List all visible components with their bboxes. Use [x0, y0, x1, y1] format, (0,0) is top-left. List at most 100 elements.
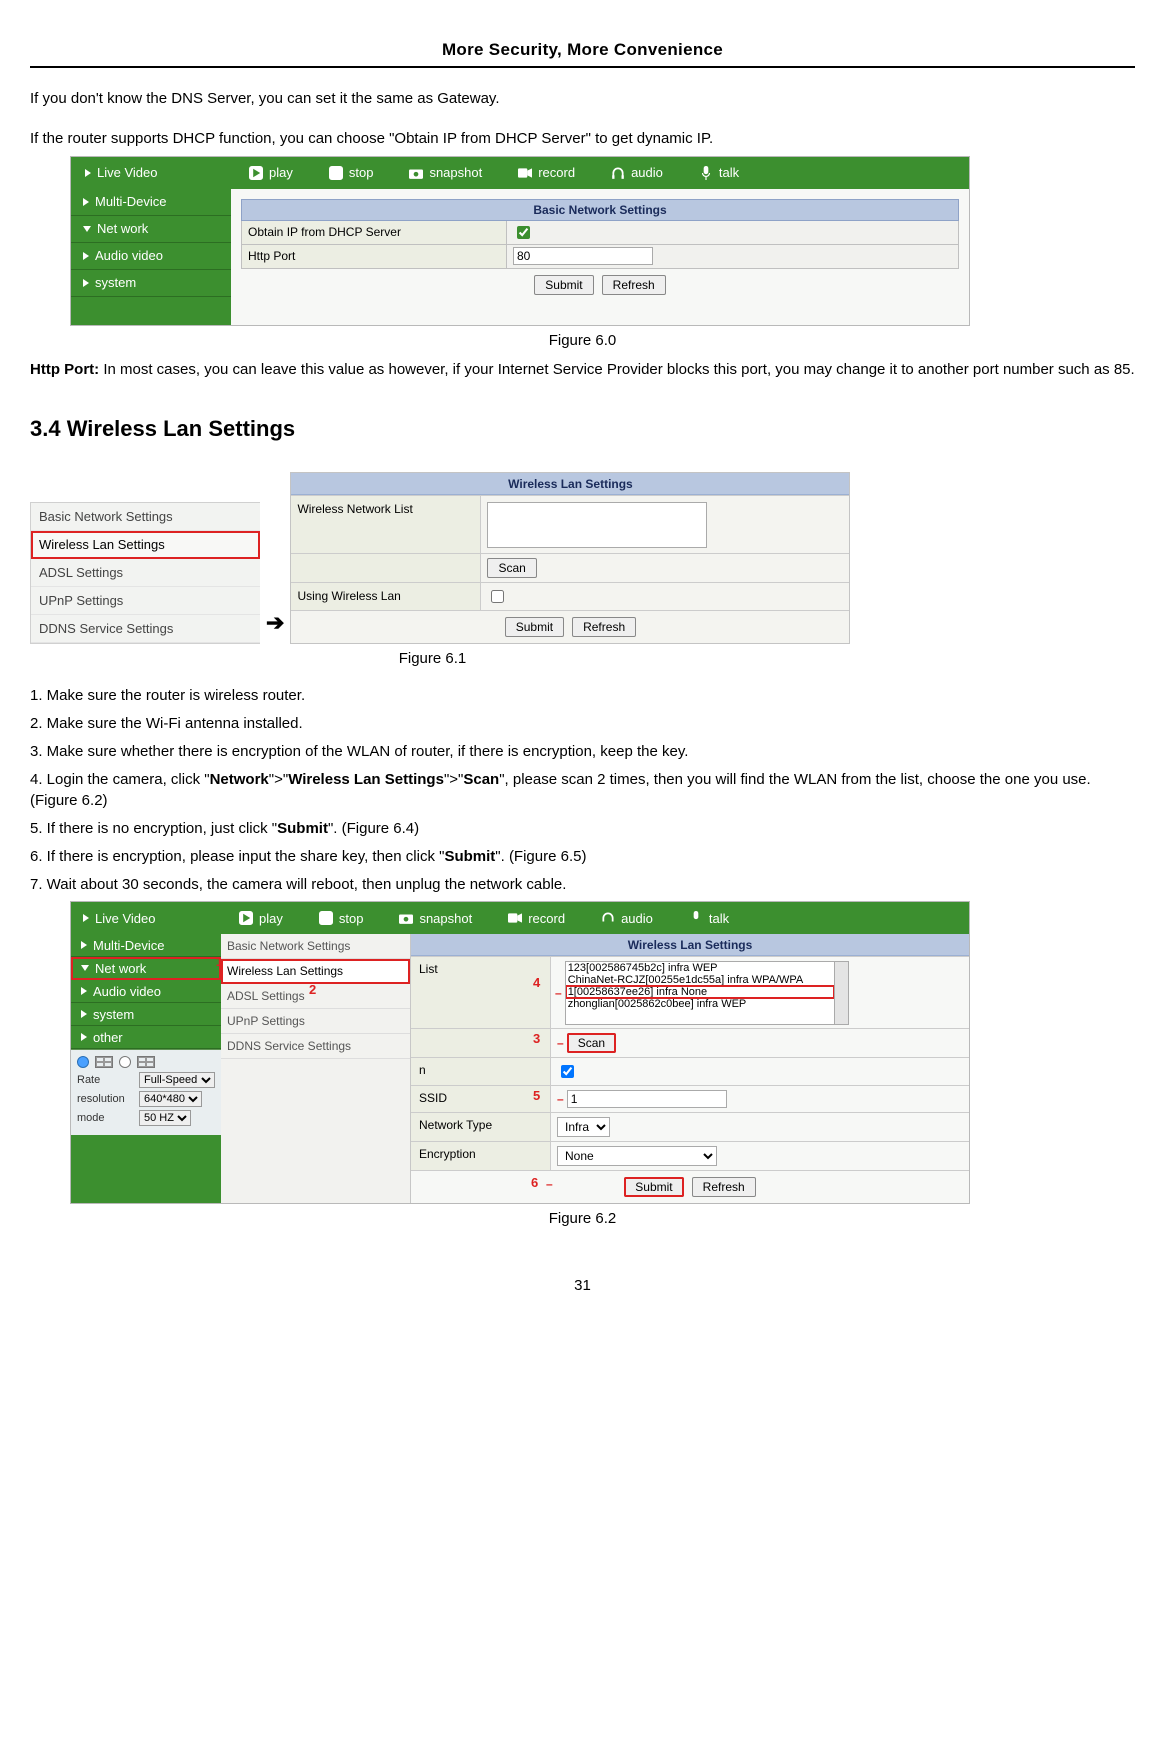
layout-grid-icon[interactable] — [95, 1056, 113, 1068]
encryption-select[interactable]: None — [557, 1146, 717, 1166]
wlan-list-label: Wireless Network List — [291, 496, 481, 553]
toolbar-stop[interactable]: stop — [301, 911, 382, 926]
step-6: 6. If there is encryption, please input … — [30, 846, 1135, 868]
sub-wireless-lan[interactable]: Wireless Lan Settings — [221, 959, 410, 984]
nav-network[interactable]: Net work — [71, 216, 231, 243]
bottom-controls: RateFull-Speed resolution640*480 mode50 … — [71, 1049, 221, 1135]
list-upnp[interactable]: UPnP Settings — [31, 587, 260, 615]
net-item-4[interactable]: zhonglian[0025862c0bee] infra WEP — [566, 998, 834, 1010]
wlan-listbox[interactable] — [487, 502, 707, 548]
nav-multi-device[interactable]: Multi-Device — [71, 934, 221, 957]
submit-button[interactable]: Submit — [534, 275, 593, 295]
nav-other[interactable]: other — [71, 1026, 221, 1049]
nav-system[interactable]: system — [71, 270, 231, 297]
list-wireless-lan[interactable]: Wireless Lan Settings — [31, 531, 260, 559]
toolbar-audio[interactable]: audio — [593, 165, 681, 180]
rate-select[interactable]: Full-Speed — [139, 1072, 215, 1088]
net-item-3[interactable]: 1[00258637ee26] infra None — [566, 986, 834, 998]
using-wlan-checkbox[interactable] — [491, 590, 504, 603]
sub-ddns[interactable]: DDNS Service Settings — [221, 1034, 410, 1059]
chevron-right-icon — [83, 198, 89, 206]
figure-6-2: Live Video play stop snapshot record aud… — [70, 901, 970, 1204]
resolution-label: resolution — [77, 1093, 135, 1105]
mode-select[interactable]: 50 HZ — [139, 1110, 191, 1126]
network-type-label: Network Type — [411, 1113, 551, 1141]
scan-button[interactable]: Scan — [487, 558, 536, 578]
refresh-button[interactable]: Refresh — [572, 617, 636, 637]
step-7: 7. Wait about 30 seconds, the camera wil… — [30, 874, 1135, 896]
using-wlan-label: Using Wireless Lan — [291, 583, 481, 610]
dhcp-checkbox[interactable] — [517, 226, 530, 239]
submit-button[interactable]: Submit — [624, 1177, 683, 1197]
button-row: Submit Refresh — [291, 610, 849, 643]
tb-talk-l: talk — [709, 911, 729, 926]
nav-audio-video[interactable]: Audio video — [71, 243, 231, 270]
layout-grid2-icon[interactable] — [137, 1056, 155, 1068]
scrollbar[interactable] — [835, 961, 849, 1025]
refresh-button[interactable]: Refresh — [602, 275, 666, 295]
toolbar-play[interactable]: play — [231, 165, 311, 180]
toolbar-audio[interactable]: audio — [583, 911, 671, 926]
network-type-select[interactable]: Infra — [557, 1117, 610, 1137]
record-icon — [518, 166, 532, 180]
net-item-1[interactable]: 123[002586745b2c] infra WEP — [566, 962, 834, 974]
mic-icon — [689, 911, 703, 925]
toolbar-snapshot[interactable]: snapshot — [391, 165, 500, 180]
s4f: Scan — [463, 771, 499, 788]
scan-button[interactable]: Scan — [567, 1033, 616, 1053]
toolbar-talk[interactable]: talk — [671, 911, 747, 926]
sub-upnp[interactable]: UPnP Settings — [221, 1009, 410, 1034]
panel-title: Basic Network Settings — [241, 199, 959, 221]
ns-l: system — [93, 1007, 134, 1022]
tb-play-l: play — [259, 911, 283, 926]
nav-multi-device[interactable]: Multi-Device — [71, 189, 231, 216]
wireless-panel: Wireless Lan Settings Wireless Network L… — [290, 472, 850, 644]
nav-live-video-top[interactable]: Live Video — [97, 165, 157, 180]
stop-icon — [329, 166, 343, 180]
list-ddns[interactable]: DDNS Service Settings — [31, 615, 260, 643]
use-wlan-checkbox[interactable] — [561, 1065, 574, 1078]
annotation-5: 5 — [533, 1088, 540, 1103]
toolbar-stop[interactable]: stop — [311, 165, 392, 180]
basic-network-panel: Basic Network Settings Obtain IP from DH… — [231, 189, 969, 325]
resolution-select[interactable]: 640*480 — [139, 1091, 202, 1107]
toolbar-snapshot[interactable]: snapshot — [381, 911, 490, 926]
record-icon — [508, 911, 522, 925]
ssid-input[interactable] — [567, 1090, 727, 1108]
figure-6-0-caption: Figure 6.0 — [30, 332, 1135, 349]
toolbar-record[interactable]: record — [490, 911, 583, 926]
http-port-text: In most cases, you can leave this value … — [99, 361, 1135, 378]
submit-button[interactable]: Submit — [505, 617, 564, 637]
chevron-right-icon — [81, 941, 87, 949]
toolbar-record[interactable]: record — [500, 165, 593, 180]
page-number: 31 — [30, 1277, 1135, 1294]
list-adsl[interactable]: ADSL Settings — [31, 559, 260, 587]
nav-system[interactable]: system — [71, 1003, 221, 1026]
nav-audio-video[interactable]: Audio video — [71, 980, 221, 1003]
toolbar: Live Video play stop snapshot record aud… — [71, 157, 969, 189]
toolbar-play[interactable]: play — [221, 911, 301, 926]
tb-snap-l: snapshot — [419, 911, 472, 926]
layout-single-icon[interactable] — [77, 1056, 89, 1068]
list-basic-network[interactable]: Basic Network Settings — [31, 503, 260, 531]
network-listbox[interactable]: 123[002586745b2c] infra WEP ChinaNet-RCJ… — [565, 961, 835, 1025]
tb-rec-l: record — [528, 911, 565, 926]
nav-av-label: Audio video — [95, 248, 163, 263]
s4e: ">" — [444, 771, 463, 788]
refresh-button[interactable]: Refresh — [692, 1177, 756, 1197]
section-3-4-heading: 3.4 Wireless Lan Settings — [30, 416, 1135, 442]
sub-basic-network[interactable]: Basic Network Settings — [221, 934, 410, 959]
http-port-input[interactable] — [513, 247, 653, 265]
nav-live-label[interactable]: Live Video — [95, 911, 155, 926]
headphones-icon — [611, 166, 625, 180]
chevron-down-icon — [83, 226, 91, 232]
net-item-2[interactable]: ChinaNet-RCJZ[00255e1dc55a] infra WPA/WP… — [566, 974, 834, 986]
s5c: ". (Figure 6.4) — [328, 820, 419, 837]
nav-net-label: Net work — [97, 221, 148, 236]
button-row: 6 – Submit Refresh — [411, 1170, 969, 1203]
toolbar-record-label: record — [538, 165, 575, 180]
nav-network[interactable]: Net work 1 — [71, 957, 221, 980]
chevron-down-icon — [81, 965, 89, 971]
toolbar-talk[interactable]: talk — [681, 165, 757, 180]
layout-alt-icon[interactable] — [119, 1056, 131, 1068]
